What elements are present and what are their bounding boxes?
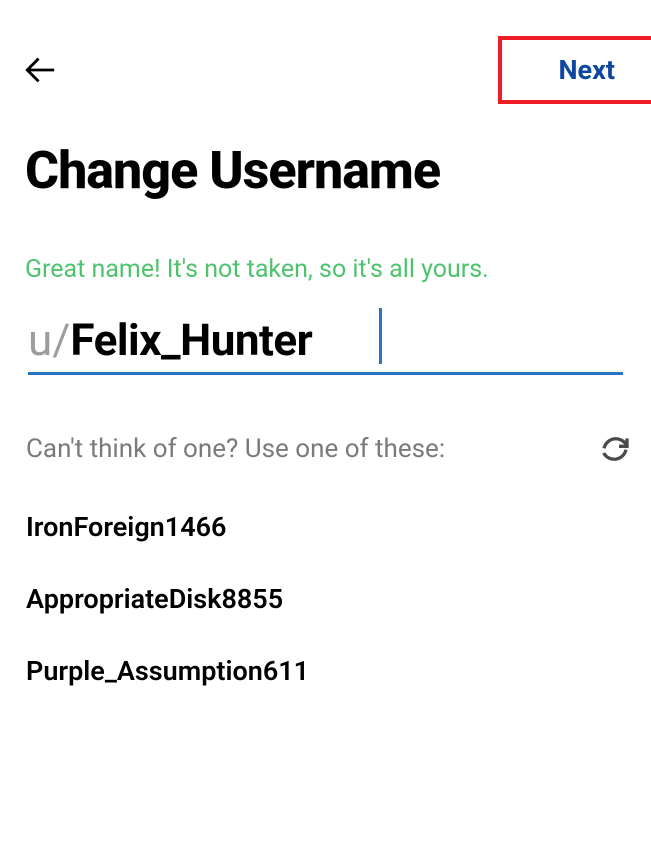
next-button[interactable]: Next bbox=[498, 36, 651, 104]
page-title: Change Username bbox=[0, 104, 651, 201]
username-input-row[interactable]: u/ bbox=[28, 314, 623, 375]
status-message: Great name! It's not taken, so it's all … bbox=[0, 201, 651, 284]
header: Next bbox=[0, 0, 651, 104]
back-icon[interactable] bbox=[20, 50, 60, 90]
suggestion-item[interactable]: IronForeign1466 bbox=[26, 511, 651, 543]
suggestions-list: IronForeign1466 AppropriateDisk8855 Purp… bbox=[0, 467, 651, 687]
suggestion-item[interactable]: AppropriateDisk8855 bbox=[26, 583, 651, 615]
text-cursor bbox=[379, 308, 382, 364]
input-prefix: u/ bbox=[28, 314, 70, 366]
username-input[interactable] bbox=[70, 314, 623, 366]
suggestion-header: Can't think of one? Use one of these: bbox=[0, 375, 651, 467]
suggestion-item[interactable]: Purple_Assumption611 bbox=[26, 655, 651, 687]
refresh-icon[interactable] bbox=[597, 431, 633, 467]
suggestion-label: Can't think of one? Use one of these: bbox=[26, 434, 445, 464]
